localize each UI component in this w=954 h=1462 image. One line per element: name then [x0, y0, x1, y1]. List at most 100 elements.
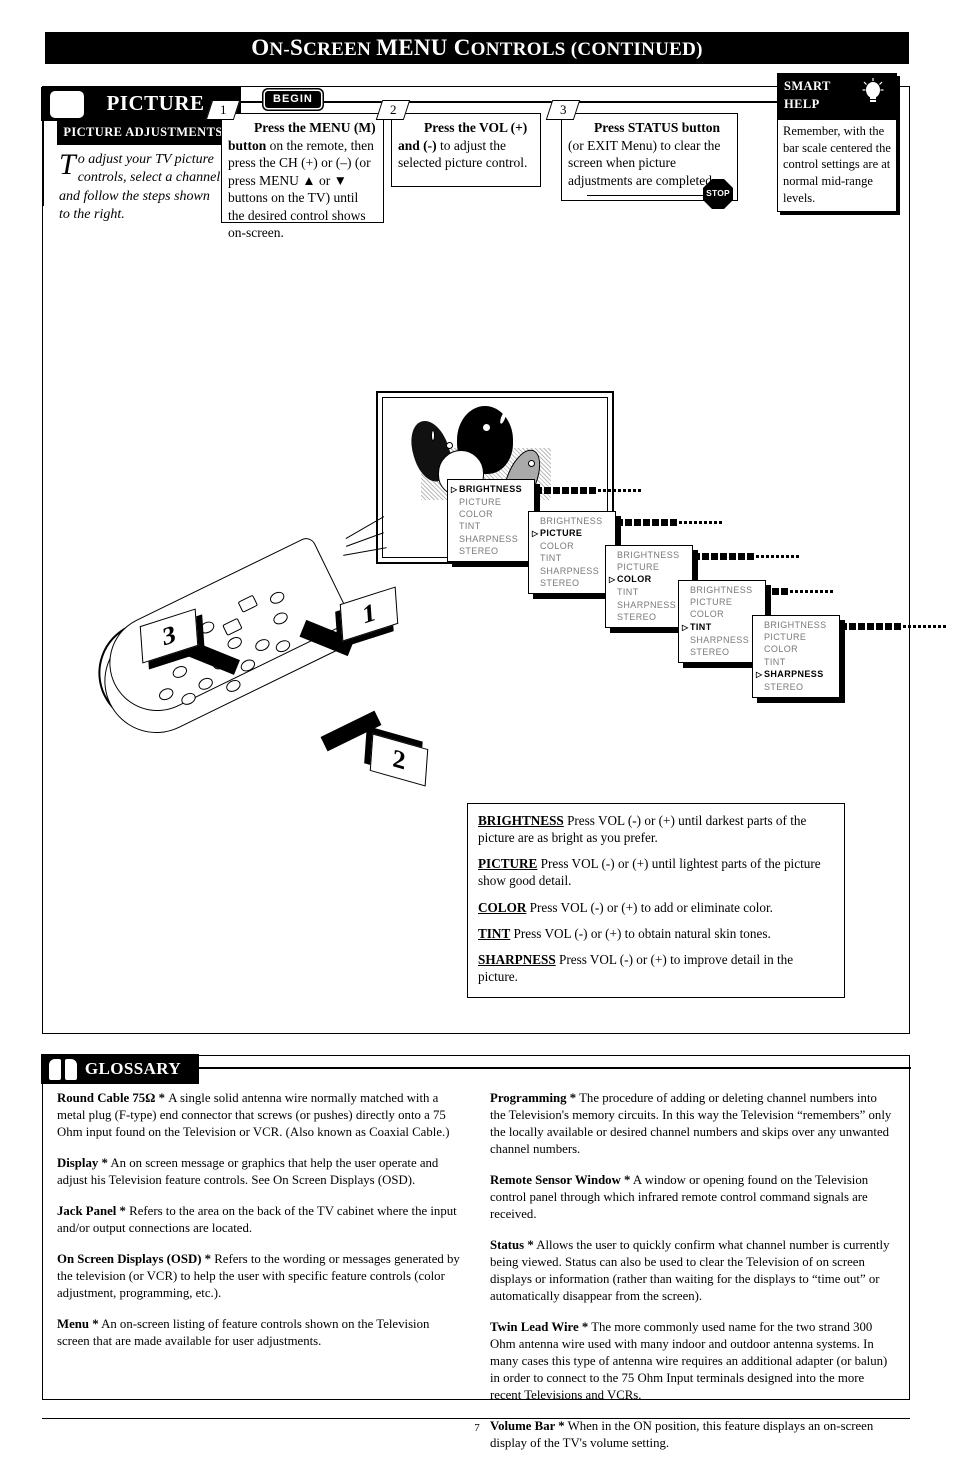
control-definition: SHARPNESS Press VOL (-) or (+) to improv… [478, 951, 834, 985]
bar-dot [781, 555, 784, 558]
bar-dot [800, 590, 803, 593]
osd-menu-1: BRIGHTNESS PICTURE COLORTINTSHARPNESSSTERE… [447, 479, 535, 563]
osd-item-sharpness: SHARPNESS [682, 634, 760, 646]
step-3-bold-lead: Press STATUS button [594, 120, 721, 135]
stop-sign-icon: STOP [703, 179, 733, 209]
bar-segment [553, 487, 560, 494]
bar-segment [763, 588, 770, 595]
control-definition-term: TINT [478, 925, 511, 941]
osd-item-stereo: STEREO [532, 577, 610, 589]
bar-dot [790, 590, 793, 593]
bar-dot [719, 521, 722, 524]
bar-segment [589, 487, 596, 494]
balloon-highlight [431, 430, 435, 441]
remote-key [179, 690, 198, 708]
osd-item-label: BRIGHTNESS [690, 585, 753, 595]
osd-item-label: BRIGHTNESS [540, 516, 603, 526]
osd-item-tint: TINT [532, 552, 610, 564]
bar-dot [928, 625, 931, 628]
bar-segment [858, 623, 865, 630]
control-definitions-box: BRIGHTNESS Press VOL (-) or (+) until da… [467, 803, 845, 999]
picture-adjustments-heading: PICTURE ADJUSTMENTS [57, 121, 229, 145]
glossary-right-column: Programming * The procedure of adding or… [490, 1090, 895, 1450]
glossary-entry: Twin Lead Wire * The more commonly used … [490, 1319, 895, 1404]
glossary-term: Status * [490, 1238, 534, 1253]
bar-segment [781, 588, 788, 595]
balloon-shading [421, 448, 551, 500]
osd-item-sharpness: SHARPNESS [451, 533, 529, 545]
step-number-badge-2: 2 [375, 100, 411, 120]
bar-dot [714, 521, 717, 524]
bar-segment [616, 519, 623, 526]
balloon-white [438, 450, 484, 496]
bar-segment [643, 519, 650, 526]
hand-arm-3 [182, 639, 240, 675]
smart-help-body: Remember, with the bar scale centered th… [783, 124, 891, 205]
tv-screen-area [382, 397, 608, 558]
remote-key [253, 636, 272, 654]
glossary-term: Menu * [57, 1317, 99, 1332]
control-definition-term: BRIGHTNESS [478, 813, 564, 828]
osd-item-label: PICTURE [617, 562, 660, 573]
bar-segment [876, 623, 883, 630]
bar-dot [815, 590, 818, 593]
osd-item-stereo: STEREO [682, 646, 760, 658]
picture-adjustments-body: To adjust your TV picture controls, sele… [57, 145, 229, 231]
bar-dot [913, 625, 916, 628]
footer-rule [42, 1418, 910, 1420]
bar-dot [918, 625, 921, 628]
osd-item-picture: PICTURE [609, 561, 687, 573]
bar-segment [711, 553, 718, 560]
bar-segment [840, 623, 847, 630]
glossary-definition: An on screen message or graphics that he… [57, 1156, 439, 1188]
ir-ray [345, 532, 385, 548]
osd-item-brightness: BRIGHTNESS [682, 584, 760, 596]
osd-item-label: TINT [459, 521, 481, 532]
osd-item-brightness: BRIGHTNESS [451, 483, 529, 496]
picture-instructions-panel: PICTURE BEGIN PICTURE ADJUSTMENTS To adj… [41, 73, 946, 1034]
bar-segment [849, 623, 856, 630]
osd-item-label: TINT [764, 656, 786, 667]
stop-connector-line [587, 194, 707, 196]
osd-item-label: BRIGHTNESS [459, 484, 523, 494]
glossary-entry: Status * Allows the user to quickly conf… [490, 1237, 895, 1305]
bar-segment [571, 487, 578, 494]
bar-scale-5 [840, 623, 946, 630]
osd-cursor-icon [756, 668, 764, 681]
bar-dot [795, 590, 798, 593]
osd-item-brightness: BRIGHTNESS [609, 549, 687, 561]
bar-dot [684, 521, 687, 524]
television-illustration [376, 391, 614, 564]
control-definition-term: SHARPNESS [478, 951, 556, 967]
ir-ray [343, 547, 387, 557]
bar-segment [634, 519, 641, 526]
glossary-entry: On Screen Displays (OSD) * Refers to the… [57, 1251, 462, 1302]
remote-keypad [103, 549, 349, 731]
balloon-highlight [528, 460, 535, 467]
step-box-3: 3 Press STATUS button (or EXIT Menu) to … [545, 100, 738, 209]
osd-item-label: STEREO [690, 646, 730, 657]
bar-segment [772, 588, 779, 595]
bar-dot [608, 489, 611, 492]
osd-item-label: COLOR [764, 644, 799, 655]
hand-arm-2 [320, 710, 382, 752]
glossary-entry: Remote Sensor Window * A window or openi… [490, 1172, 895, 1223]
osd-item-picture: PICTURE [451, 496, 529, 508]
remote-key [271, 610, 290, 627]
bar-dot [805, 590, 808, 593]
osd-item-label: SHARPNESS [764, 668, 824, 679]
osd-item-label: BRIGHTNESS [617, 550, 680, 560]
glossary-entry: Display * An on screen message or graphi… [57, 1155, 462, 1189]
glossary-term: Jack Panel * [57, 1204, 126, 1219]
remote-shell-mid [86, 547, 358, 751]
glossary-entry: Round Cable 75Ω * A single solid antenna… [57, 1090, 462, 1141]
osd-item-label: TINT [540, 553, 562, 564]
osd-cursor-icon [451, 483, 459, 496]
osd-item-color: COLOR [532, 540, 610, 552]
bar-segment [661, 519, 668, 526]
osd-item-label: COLOR [459, 509, 494, 520]
osd-item-label: STEREO [617, 611, 657, 622]
balloon-dark [404, 415, 458, 487]
remote-key [273, 637, 293, 655]
bar-segment [747, 553, 754, 560]
